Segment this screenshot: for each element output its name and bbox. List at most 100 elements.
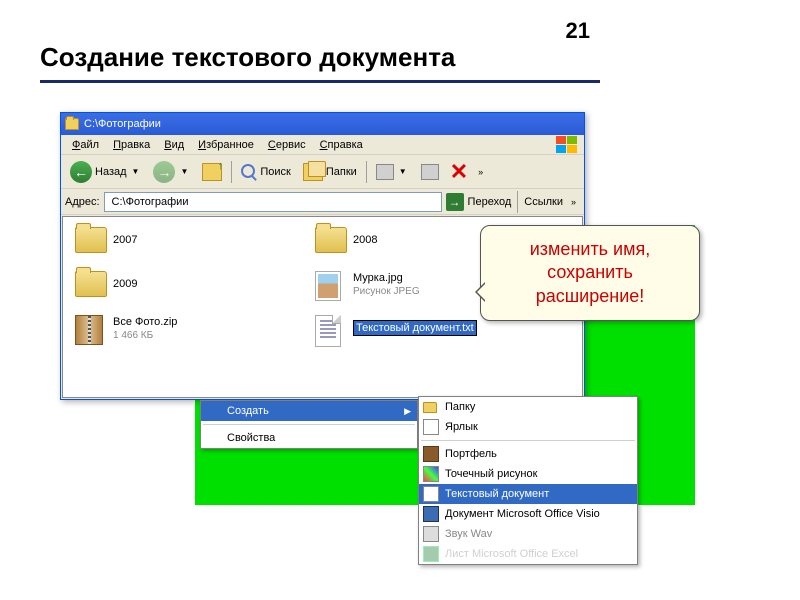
- file-name-editing[interactable]: Текстовый документ.txt: [353, 320, 477, 336]
- ctx-label: Точечный рисунок: [445, 468, 537, 480]
- links-label[interactable]: Ссылки: [524, 196, 563, 208]
- text-document-icon: [315, 315, 341, 347]
- search-button[interactable]: Поиск: [236, 159, 295, 185]
- callout-line: изменить имя,: [497, 238, 683, 261]
- menu-tools[interactable]: Сервис: [261, 137, 313, 153]
- up-button[interactable]: [197, 159, 227, 185]
- separator: [203, 424, 415, 425]
- menubar: Файл Правка Вид Избранное Сервис Справка: [61, 135, 584, 155]
- menu-edit[interactable]: Правка: [106, 137, 157, 153]
- go-label[interactable]: Переход: [468, 196, 512, 208]
- ctx-item-shortcut[interactable]: Ярлык: [419, 417, 637, 437]
- ctx-item-wav[interactable]: Звук Wav: [419, 524, 637, 544]
- folder-icon: [75, 227, 107, 253]
- callout-line: сохранить: [497, 261, 683, 284]
- separator: [231, 161, 232, 183]
- search-icon: [241, 164, 257, 180]
- ctx-label: Папку: [445, 401, 475, 413]
- ctx-label: Текстовый документ: [445, 488, 549, 500]
- separator: [517, 191, 518, 213]
- address-bar: Адрес: С:\Фотографии → Переход Ссылки »: [61, 189, 584, 215]
- address-label: Адрес:: [65, 196, 100, 208]
- menu-view[interactable]: Вид: [157, 137, 191, 153]
- ctx-item-xls[interactable]: Лист Microsoft Office Excel: [419, 544, 637, 564]
- file-name: Мурка.jpg: [353, 272, 420, 285]
- bmp-icon: [423, 466, 439, 482]
- callout-line: расширение!: [497, 285, 683, 308]
- action-icon: [376, 164, 394, 180]
- more-button[interactable]: »: [567, 197, 580, 207]
- shortcut-icon: [423, 419, 439, 435]
- ctx-label: Документ Microsoft Office Visio: [445, 508, 600, 520]
- address-input[interactable]: С:\Фотографии: [104, 192, 442, 212]
- ctx-properties[interactable]: Свойства: [201, 428, 417, 448]
- folders-icon: [303, 163, 323, 181]
- file-folder-2007[interactable]: 2007: [75, 227, 275, 255]
- folder-icon: [423, 402, 437, 413]
- chevron-down-icon[interactable]: ▼: [130, 167, 142, 176]
- ctx-label: Ярлык: [445, 421, 478, 433]
- windows-logo-icon: [556, 136, 580, 154]
- ctx-label: Звук Wav: [445, 528, 492, 540]
- context-menu-submenu: Папку Ярлык Портфель Точечный рисунок Тексто…: [418, 396, 638, 565]
- folder-icon: [65, 118, 79, 130]
- folder-icon: [75, 271, 107, 297]
- callout-note: изменить имя, сохранить расширение!: [480, 225, 700, 321]
- file-name: 2008: [353, 234, 377, 247]
- visio-icon: [423, 506, 439, 522]
- context-menu-primary: Создать ▶ Свойства: [200, 400, 418, 449]
- file-folder-2009[interactable]: 2009: [75, 271, 275, 299]
- image-icon: [315, 271, 341, 301]
- slide-number: 21: [566, 18, 590, 44]
- file-subtitle: 1 466 КБ: [113, 330, 177, 342]
- separator: [366, 161, 367, 183]
- address-path: С:\Фотографии: [112, 196, 189, 208]
- ctx-item-portf[interactable]: Портфель: [419, 444, 637, 464]
- ctx-label: Создать: [227, 405, 269, 417]
- file-name: Все Фото.zip: [113, 316, 177, 329]
- ctx-label: Портфель: [445, 448, 497, 460]
- back-button[interactable]: ← Назад ▼: [65, 159, 146, 185]
- titlebar[interactable]: С:\Фотографии: [61, 113, 584, 135]
- go-button[interactable]: →: [446, 193, 464, 211]
- folders-label: Папки: [326, 166, 357, 178]
- archive-icon: [75, 315, 103, 345]
- chevron-down-icon[interactable]: ▼: [178, 167, 190, 176]
- folder-icon: [315, 227, 347, 253]
- folder-up-icon: [202, 163, 222, 181]
- slide-title: Создание текстового документа: [40, 42, 455, 73]
- separator: [421, 440, 635, 441]
- ctx-create[interactable]: Создать ▶: [201, 401, 417, 421]
- portf-icon: [423, 446, 439, 462]
- search-label: Поиск: [260, 166, 290, 178]
- title-rule: [40, 80, 600, 83]
- file-name: 2009: [113, 278, 137, 291]
- wav-icon: [423, 526, 439, 542]
- back-arrow-icon: ←: [70, 161, 92, 183]
- ctx-label: Лист Microsoft Office Excel: [445, 548, 578, 560]
- menu-help[interactable]: Справка: [313, 137, 370, 153]
- menu-favorites[interactable]: Избранное: [191, 137, 261, 153]
- file-subtitle: Рисунок JPEG: [353, 286, 420, 298]
- window-title: С:\Фотографии: [84, 118, 161, 130]
- file-zip[interactable]: Все Фото.zip1 466 КБ: [75, 315, 275, 343]
- forward-arrow-icon: →: [153, 161, 175, 183]
- delete-icon[interactable]: ✕: [446, 159, 472, 185]
- action-button[interactable]: [416, 159, 444, 185]
- action-button[interactable]: ▼: [371, 159, 414, 185]
- forward-button[interactable]: → ▼: [148, 159, 195, 185]
- ctx-item-visio[interactable]: Документ Microsoft Office Visio: [419, 504, 637, 524]
- folders-button[interactable]: Папки: [298, 159, 362, 185]
- toolbar: ← Назад ▼ → ▼ Поиск Папки ▼ ✕ »: [61, 155, 584, 189]
- ctx-item-folder[interactable]: Папку: [419, 397, 637, 417]
- action-icon: [421, 164, 439, 180]
- back-label: Назад: [95, 166, 127, 178]
- menu-file[interactable]: Файл: [65, 137, 106, 153]
- ctx-item-bmp[interactable]: Точечный рисунок: [419, 464, 637, 484]
- submenu-arrow-icon: ▶: [404, 406, 411, 417]
- file-name: 2007: [113, 234, 137, 247]
- ctx-item-txt[interactable]: Текстовый документ: [419, 484, 637, 504]
- more-button[interactable]: »: [474, 167, 487, 177]
- xls-icon: [423, 546, 439, 562]
- ctx-label: Свойства: [227, 432, 275, 444]
